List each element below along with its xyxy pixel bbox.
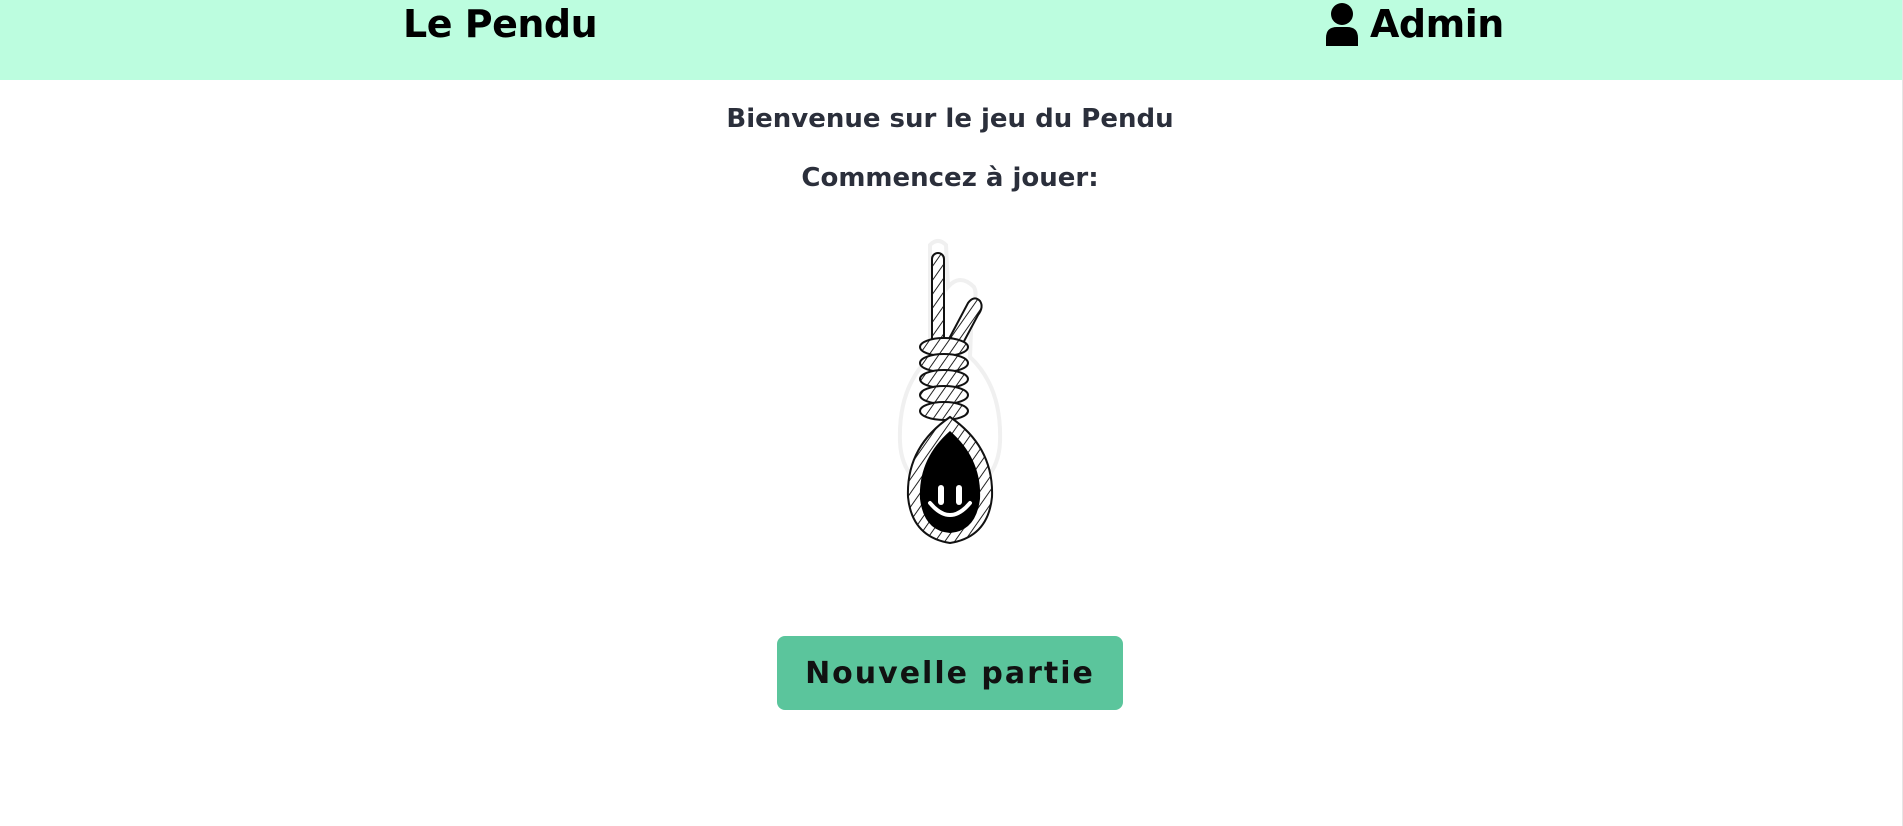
admin-link[interactable]: Admin bbox=[1324, 2, 1504, 46]
page: Le Pendu Admin Bienvenue sur le jeu du P… bbox=[0, 0, 1903, 826]
admin-label: Admin bbox=[1370, 2, 1504, 46]
welcome-heading: Bienvenue sur le jeu du Pendu bbox=[726, 104, 1174, 134]
start-prompt: Commencez à jouer: bbox=[801, 163, 1099, 193]
brand-title[interactable]: Le Pendu bbox=[403, 2, 598, 46]
noose-smiley-icon bbox=[897, 239, 1003, 545]
user-icon bbox=[1326, 3, 1358, 46]
new-game-button[interactable]: Nouvelle partie bbox=[777, 636, 1123, 710]
navbar: Le Pendu Admin bbox=[0, 0, 1903, 80]
